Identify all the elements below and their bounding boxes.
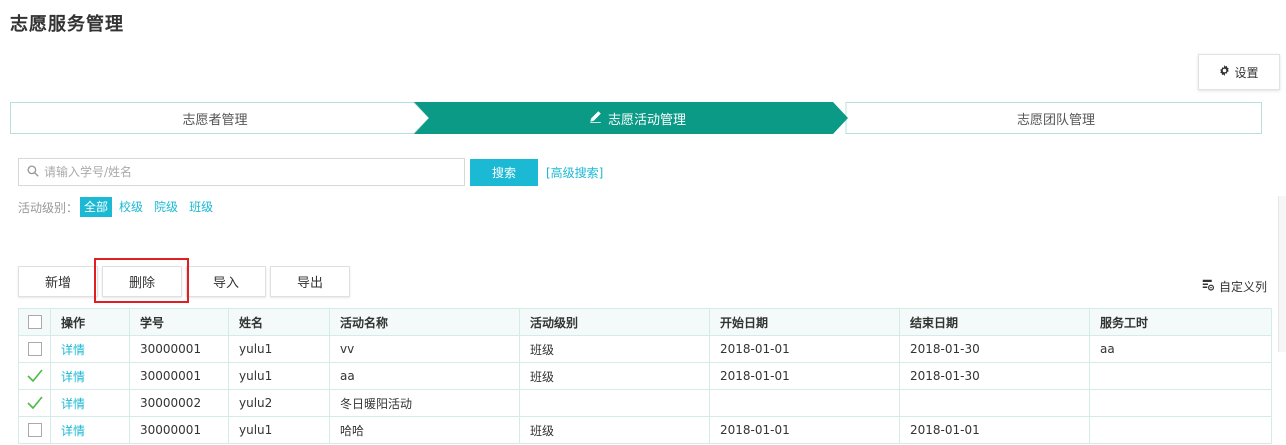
filter-label: 活动级别： (18, 200, 79, 215)
detail-link[interactable]: 详情 (61, 370, 85, 384)
cell-id: 30000001 (129, 362, 229, 390)
row-select-cell (18, 362, 51, 390)
import-button[interactable]: 导入 (186, 266, 266, 297)
cell-activity: vv (329, 335, 520, 363)
activity-level-filter: 活动级别： 全部 校级 院级 班级 (18, 197, 220, 217)
checkmark-icon[interactable] (26, 369, 43, 383)
detail-link[interactable]: 详情 (61, 343, 85, 357)
row-checkbox[interactable] (27, 423, 42, 438)
step-volunteer-management[interactable]: 志愿者管理 (10, 102, 420, 134)
cell-id: 30000001 (129, 416, 229, 444)
table-row: 详情 30000002 yulu2 冬日暖阳活动 (18, 389, 1272, 417)
row-select-cell (18, 389, 51, 417)
cell-start (709, 389, 900, 417)
search-button[interactable]: 搜索 (470, 159, 538, 186)
search-input[interactable] (39, 159, 464, 185)
pencil-icon (589, 110, 602, 127)
advanced-search-link[interactable]: [高级搜索] (546, 164, 603, 181)
column-header: 活动级别 (519, 308, 710, 336)
step-label: 志愿者管理 (182, 112, 248, 128)
row-checkbox[interactable] (27, 342, 42, 357)
cell-hours (1089, 362, 1272, 390)
column-header: 结束日期 (899, 308, 1090, 336)
checkmark-icon[interactable] (26, 396, 43, 410)
cell-end (899, 389, 1090, 417)
filter-option-class[interactable]: 班级 (185, 197, 217, 217)
delete-button[interactable]: 删除 (102, 266, 182, 297)
cell-end: 2018-01-01 (899, 416, 1090, 444)
column-settings-icon (1202, 279, 1215, 294)
select-all-checkbox[interactable] (27, 315, 42, 330)
detail-link[interactable]: 详情 (61, 424, 85, 438)
filter-option-college[interactable]: 院级 (150, 197, 182, 217)
row-select-cell (18, 335, 51, 363)
step-navigation: 志愿者管理 志愿活动管理 志愿团队管理 (10, 102, 1262, 134)
cell-start: 2018-01-01 (709, 416, 900, 444)
filter-option-school[interactable]: 校级 (115, 197, 147, 217)
search-icon (19, 164, 39, 180)
table-header-row: 操作 学号 姓名 活动名称 活动级别 开始日期 结束日期 服务工时 (18, 308, 1272, 336)
table-row: 详情 30000001 yulu1 vv 班级 2018-01-01 2018-… (18, 335, 1272, 363)
custom-columns-button[interactable]: 自定义列 (1202, 278, 1267, 295)
custom-columns-label: 自定义列 (1219, 280, 1268, 294)
select-all-cell (18, 308, 51, 336)
detail-link[interactable]: 详情 (61, 397, 85, 411)
gear-icon (1219, 65, 1230, 79)
cell-end: 2018-01-30 (899, 362, 1090, 390)
step-label: 志愿团队管理 (1016, 112, 1095, 128)
cell-name: yulu1 (228, 416, 330, 444)
export-button[interactable]: 导出 (270, 266, 350, 297)
cell-activity: 冬日暖阳活动 (329, 389, 520, 417)
settings-label: 设置 (1234, 65, 1259, 80)
cell-start: 2018-01-01 (709, 362, 900, 390)
table-row: 详情 30000001 yulu1 哈哈 班级 2018-01-01 2018-… (18, 416, 1272, 444)
cell-name: yulu2 (228, 389, 330, 417)
column-header: 姓名 (228, 308, 330, 336)
activity-table: 操作 学号 姓名 活动名称 活动级别 开始日期 结束日期 服务工时 详情 300… (18, 308, 1272, 444)
search-field[interactable] (18, 158, 465, 186)
step-team-management[interactable]: 志愿团队管理 (850, 102, 1262, 134)
column-header: 开始日期 (709, 308, 900, 336)
filter-option-all[interactable]: 全部 (80, 197, 113, 217)
cell-name: yulu1 (228, 362, 330, 390)
row-select-cell (18, 416, 51, 444)
side-scroll-panel[interactable] (1278, 196, 1286, 352)
column-header: 操作 (50, 308, 130, 336)
cell-level: 班级 (519, 362, 710, 390)
cell-start: 2018-01-01 (709, 335, 900, 363)
settings-button[interactable]: 设置 (1198, 54, 1280, 90)
add-button[interactable]: 新增 (18, 266, 98, 297)
page-title: 志愿服务管理 (10, 14, 124, 35)
cell-activity: 哈哈 (329, 416, 520, 444)
column-header: 活动名称 (329, 308, 520, 336)
cell-end: 2018-01-30 (899, 335, 1090, 363)
cell-level: 班级 (519, 335, 710, 363)
step-label: 志愿活动管理 (607, 112, 686, 128)
cell-hours (1089, 389, 1272, 417)
column-header: 学号 (129, 308, 229, 336)
cell-activity: aa (329, 362, 520, 390)
cell-level (519, 389, 710, 417)
cell-id: 30000001 (129, 335, 229, 363)
column-header: 服务工时 (1089, 308, 1272, 336)
cell-id: 30000002 (129, 389, 229, 417)
cell-level: 班级 (519, 416, 710, 444)
table-row: 详情 30000001 yulu1 aa 班级 2018-01-01 2018-… (18, 362, 1272, 390)
cell-name: yulu1 (228, 335, 330, 363)
cell-hours (1089, 416, 1272, 444)
cell-hours: aa (1089, 335, 1272, 363)
step-activity-management[interactable]: 志愿活动管理 (425, 102, 850, 134)
